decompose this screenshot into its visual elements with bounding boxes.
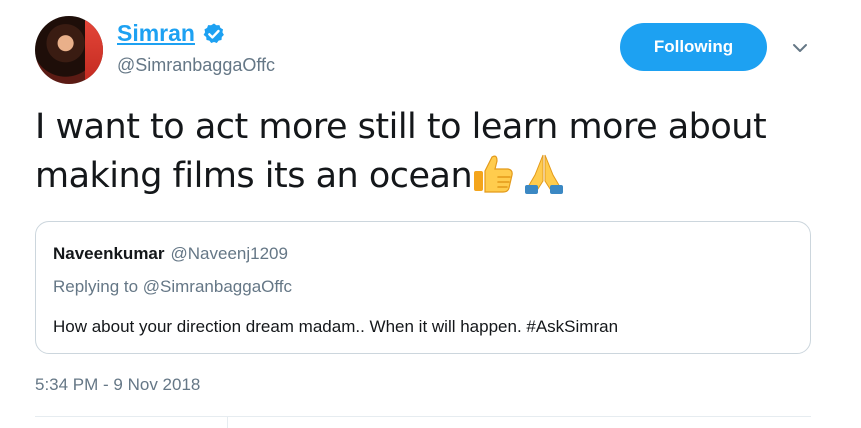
quoted-author-name: Naveenkumar: [53, 244, 165, 263]
chevron-down-icon[interactable]: [792, 40, 808, 56]
folded-hands-icon: [525, 154, 564, 194]
author-handle[interactable]: @SimranbaggaOffc: [117, 55, 275, 76]
tweet-body: I want to act more still to learn more a…: [35, 107, 767, 196]
following-button[interactable]: Following: [620, 23, 767, 71]
replying-to-label: Replying to @SimranbaggaOffc: [53, 277, 293, 296]
divider-tick: [227, 416, 228, 428]
divider: [35, 416, 811, 417]
tweet-timestamp[interactable]: 5:34 PM - 9 Nov 2018: [35, 375, 200, 395]
quoted-tweet-text: How about your direction dream madam.. W…: [53, 317, 619, 336]
quoted-author-handle: @Naveenj1209: [170, 244, 288, 263]
tweet-text: I want to act more still to learn more a…: [35, 104, 825, 200]
avatar[interactable]: [35, 16, 103, 84]
author-display-name[interactable]: Simran: [117, 20, 195, 47]
verified-badge-icon: [203, 23, 224, 43]
thumbs-up-icon: [474, 155, 513, 193]
avatar-background: [85, 16, 103, 84]
quoted-tweet-card[interactable]: Naveenkumar @Naveenj1209 Replying to @Sim…: [35, 221, 811, 354]
author-name-row: Simran: [117, 20, 226, 47]
quoted-tweet-header: Naveenkumar @Naveenj1209: [53, 244, 288, 264]
